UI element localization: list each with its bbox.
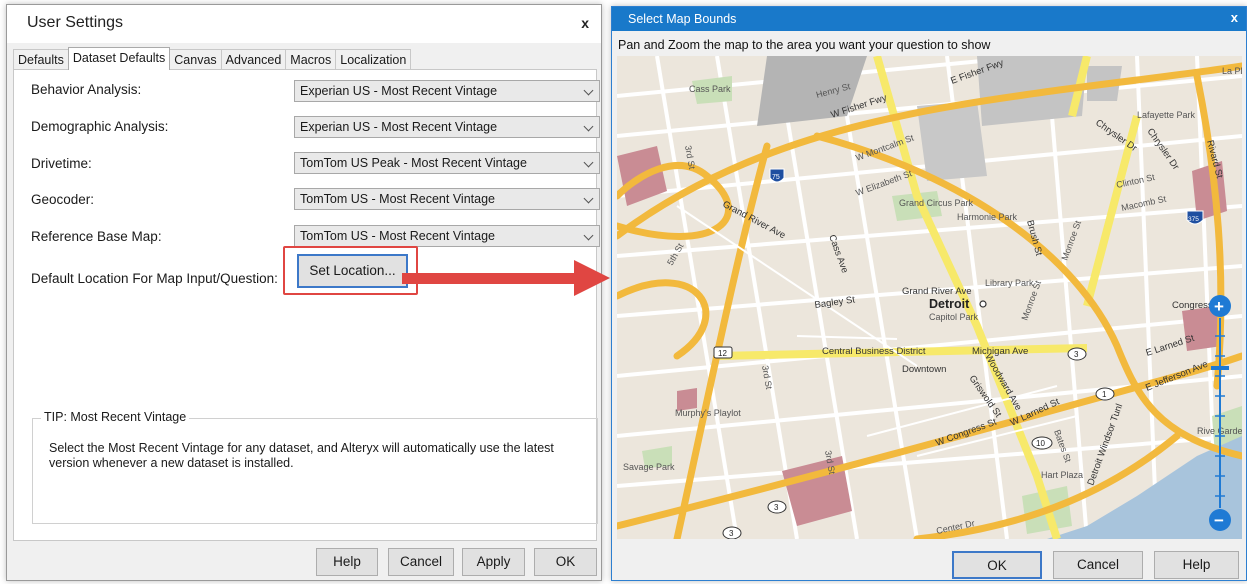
route-shield-12: 12	[713, 346, 733, 359]
zoom-slider-handle[interactable]	[1211, 366, 1229, 370]
dialog-title: User Settings	[27, 14, 124, 31]
chevron-down-icon	[583, 85, 594, 96]
map-label-la-pla: La Pla	[1222, 66, 1242, 76]
dialog-title-bar: User Settings x	[7, 5, 601, 43]
map-label-savage-park: Savage Park	[623, 462, 675, 472]
help-button[interactable]: Help	[316, 548, 378, 576]
map-label-murphys-playlot: Murphy's Playlot	[675, 408, 741, 418]
close-icon[interactable]: x	[581, 15, 589, 31]
tip-heading: TIP: Most Recent Vintage	[41, 410, 190, 424]
map-label-harmonie-park: Harmonie Park	[957, 212, 1018, 222]
tab-dataset-defaults[interactable]: Dataset Defaults	[67, 47, 171, 70]
tab-localization[interactable]: Localization	[335, 49, 412, 70]
map-view[interactable]: Cass Park Henry St W Fisher Fwy E Fisher…	[617, 56, 1242, 539]
tab-macros[interactable]: Macros	[285, 49, 337, 70]
reference-base-map-value: TomTom US - Most Recent Vintage	[300, 229, 495, 243]
behavior-analysis-label: Behavior Analysis:	[31, 82, 142, 97]
route-shield-3b: 3	[767, 500, 787, 514]
drivetime-label: Drivetime:	[31, 156, 92, 171]
demographic-analysis-label: Demographic Analysis:	[31, 119, 169, 134]
map-label-grand-circus-park: Grand Circus Park	[899, 198, 974, 208]
map-label-congress: Congress	[1172, 300, 1213, 311]
apply-button[interactable]: Apply	[462, 548, 525, 576]
route-shield-3: 3	[1067, 347, 1087, 361]
reference-base-map-select[interactable]: TomTom US - Most Recent Vintage	[294, 225, 600, 247]
map-instruction: Pan and Zoom the map to the area you wan…	[618, 38, 991, 52]
street-map[interactable]: Cass Park Henry St W Fisher Fwy E Fisher…	[617, 56, 1242, 539]
svg-text:10: 10	[1036, 439, 1045, 448]
chevron-down-icon	[583, 157, 594, 168]
interstate-375-icon: 375	[1186, 210, 1204, 225]
select-map-bounds-dialog: Select Map Bounds x Pan and Zoom the map…	[611, 6, 1247, 581]
tip-text: Select the Most Recent Vintage for any d…	[49, 441, 554, 470]
tab-advanced[interactable]: Advanced	[220, 49, 287, 70]
minus-icon: −	[1214, 511, 1224, 530]
tab-strip: Defaults Dataset Defaults Canvas Advance…	[13, 47, 412, 70]
svg-text:3: 3	[1074, 350, 1079, 359]
geocoder-label: Geocoder:	[31, 192, 95, 207]
map-ok-button[interactable]: OK	[952, 551, 1042, 579]
map-label-grand-river-ave-sign: Grand River Ave	[902, 286, 972, 297]
cancel-button[interactable]: Cancel	[388, 548, 454, 576]
geocoder-value: TomTom US - Most Recent Vintage	[300, 192, 495, 206]
map-label-michigan-ave: Michigan Ave	[972, 346, 1028, 357]
map-label-detroit: Detroit	[929, 297, 970, 311]
ok-button[interactable]: OK	[534, 548, 597, 576]
map-label-lafayette-park: Lafayette Park	[1137, 110, 1196, 120]
close-icon[interactable]: x	[1231, 10, 1238, 25]
behavior-analysis-value: Experian US - Most Recent Vintage	[300, 84, 498, 98]
map-label-cass-park: Cass Park	[689, 84, 731, 94]
svg-text:375: 375	[1188, 216, 1199, 223]
svg-text:75: 75	[772, 174, 780, 181]
svg-text:3: 3	[774, 503, 779, 512]
dataset-defaults-panel: Behavior Analysis: Experian US - Most Re…	[13, 69, 600, 541]
demographic-analysis-value: Experian US - Most Recent Vintage	[300, 120, 498, 134]
tip-groupbox: TIP: Most Recent Vintage Select the Most…	[32, 410, 598, 524]
map-label-central-business-district: Central Business District	[822, 346, 926, 357]
default-location-label: Default Location For Map Input/Question:	[31, 271, 278, 286]
chevron-down-icon	[583, 121, 594, 132]
chevron-down-icon	[583, 193, 594, 204]
route-shield-10: 10	[1031, 436, 1053, 450]
route-shield-1: 1	[1095, 387, 1115, 401]
behavior-analysis-select[interactable]: Experian US - Most Recent Vintage	[294, 80, 600, 102]
dialog-title: Select Map Bounds	[628, 12, 737, 26]
dialog-title-bar: Select Map Bounds x	[612, 7, 1246, 31]
plus-icon: +	[1214, 297, 1224, 316]
svg-text:12: 12	[718, 349, 727, 358]
tab-defaults[interactable]: Defaults	[13, 49, 69, 70]
zoom-in-button[interactable]: +	[1209, 295, 1231, 317]
map-label-hart-plaza: Hart Plaza	[1041, 470, 1083, 480]
svg-text:3: 3	[729, 529, 734, 538]
set-location-button[interactable]: Set Location...	[297, 254, 408, 288]
tab-canvas[interactable]: Canvas	[169, 49, 222, 70]
interstate-75-icon: 75	[769, 168, 785, 183]
svg-text:1: 1	[1102, 390, 1107, 399]
red-arrow-icon	[402, 260, 610, 296]
map-cancel-button[interactable]: Cancel	[1053, 551, 1143, 579]
geocoder-select[interactable]: TomTom US - Most Recent Vintage	[294, 188, 600, 210]
drivetime-value: TomTom US Peak - Most Recent Vintage	[300, 156, 527, 170]
zoom-out-button[interactable]: −	[1209, 509, 1231, 531]
reference-base-map-label: Reference Base Map:	[31, 229, 162, 244]
chevron-down-icon	[583, 230, 594, 241]
drivetime-select[interactable]: TomTom US Peak - Most Recent Vintage	[294, 152, 600, 174]
route-shield-3c: 3	[722, 526, 742, 539]
map-label-library-park: Library Park	[985, 278, 1034, 288]
demographic-analysis-select[interactable]: Experian US - Most Recent Vintage	[294, 116, 600, 138]
map-label-capitol-park: Capitol Park	[929, 312, 979, 322]
map-help-button[interactable]: Help	[1154, 551, 1239, 579]
map-label-downtown: Downtown	[902, 364, 946, 375]
